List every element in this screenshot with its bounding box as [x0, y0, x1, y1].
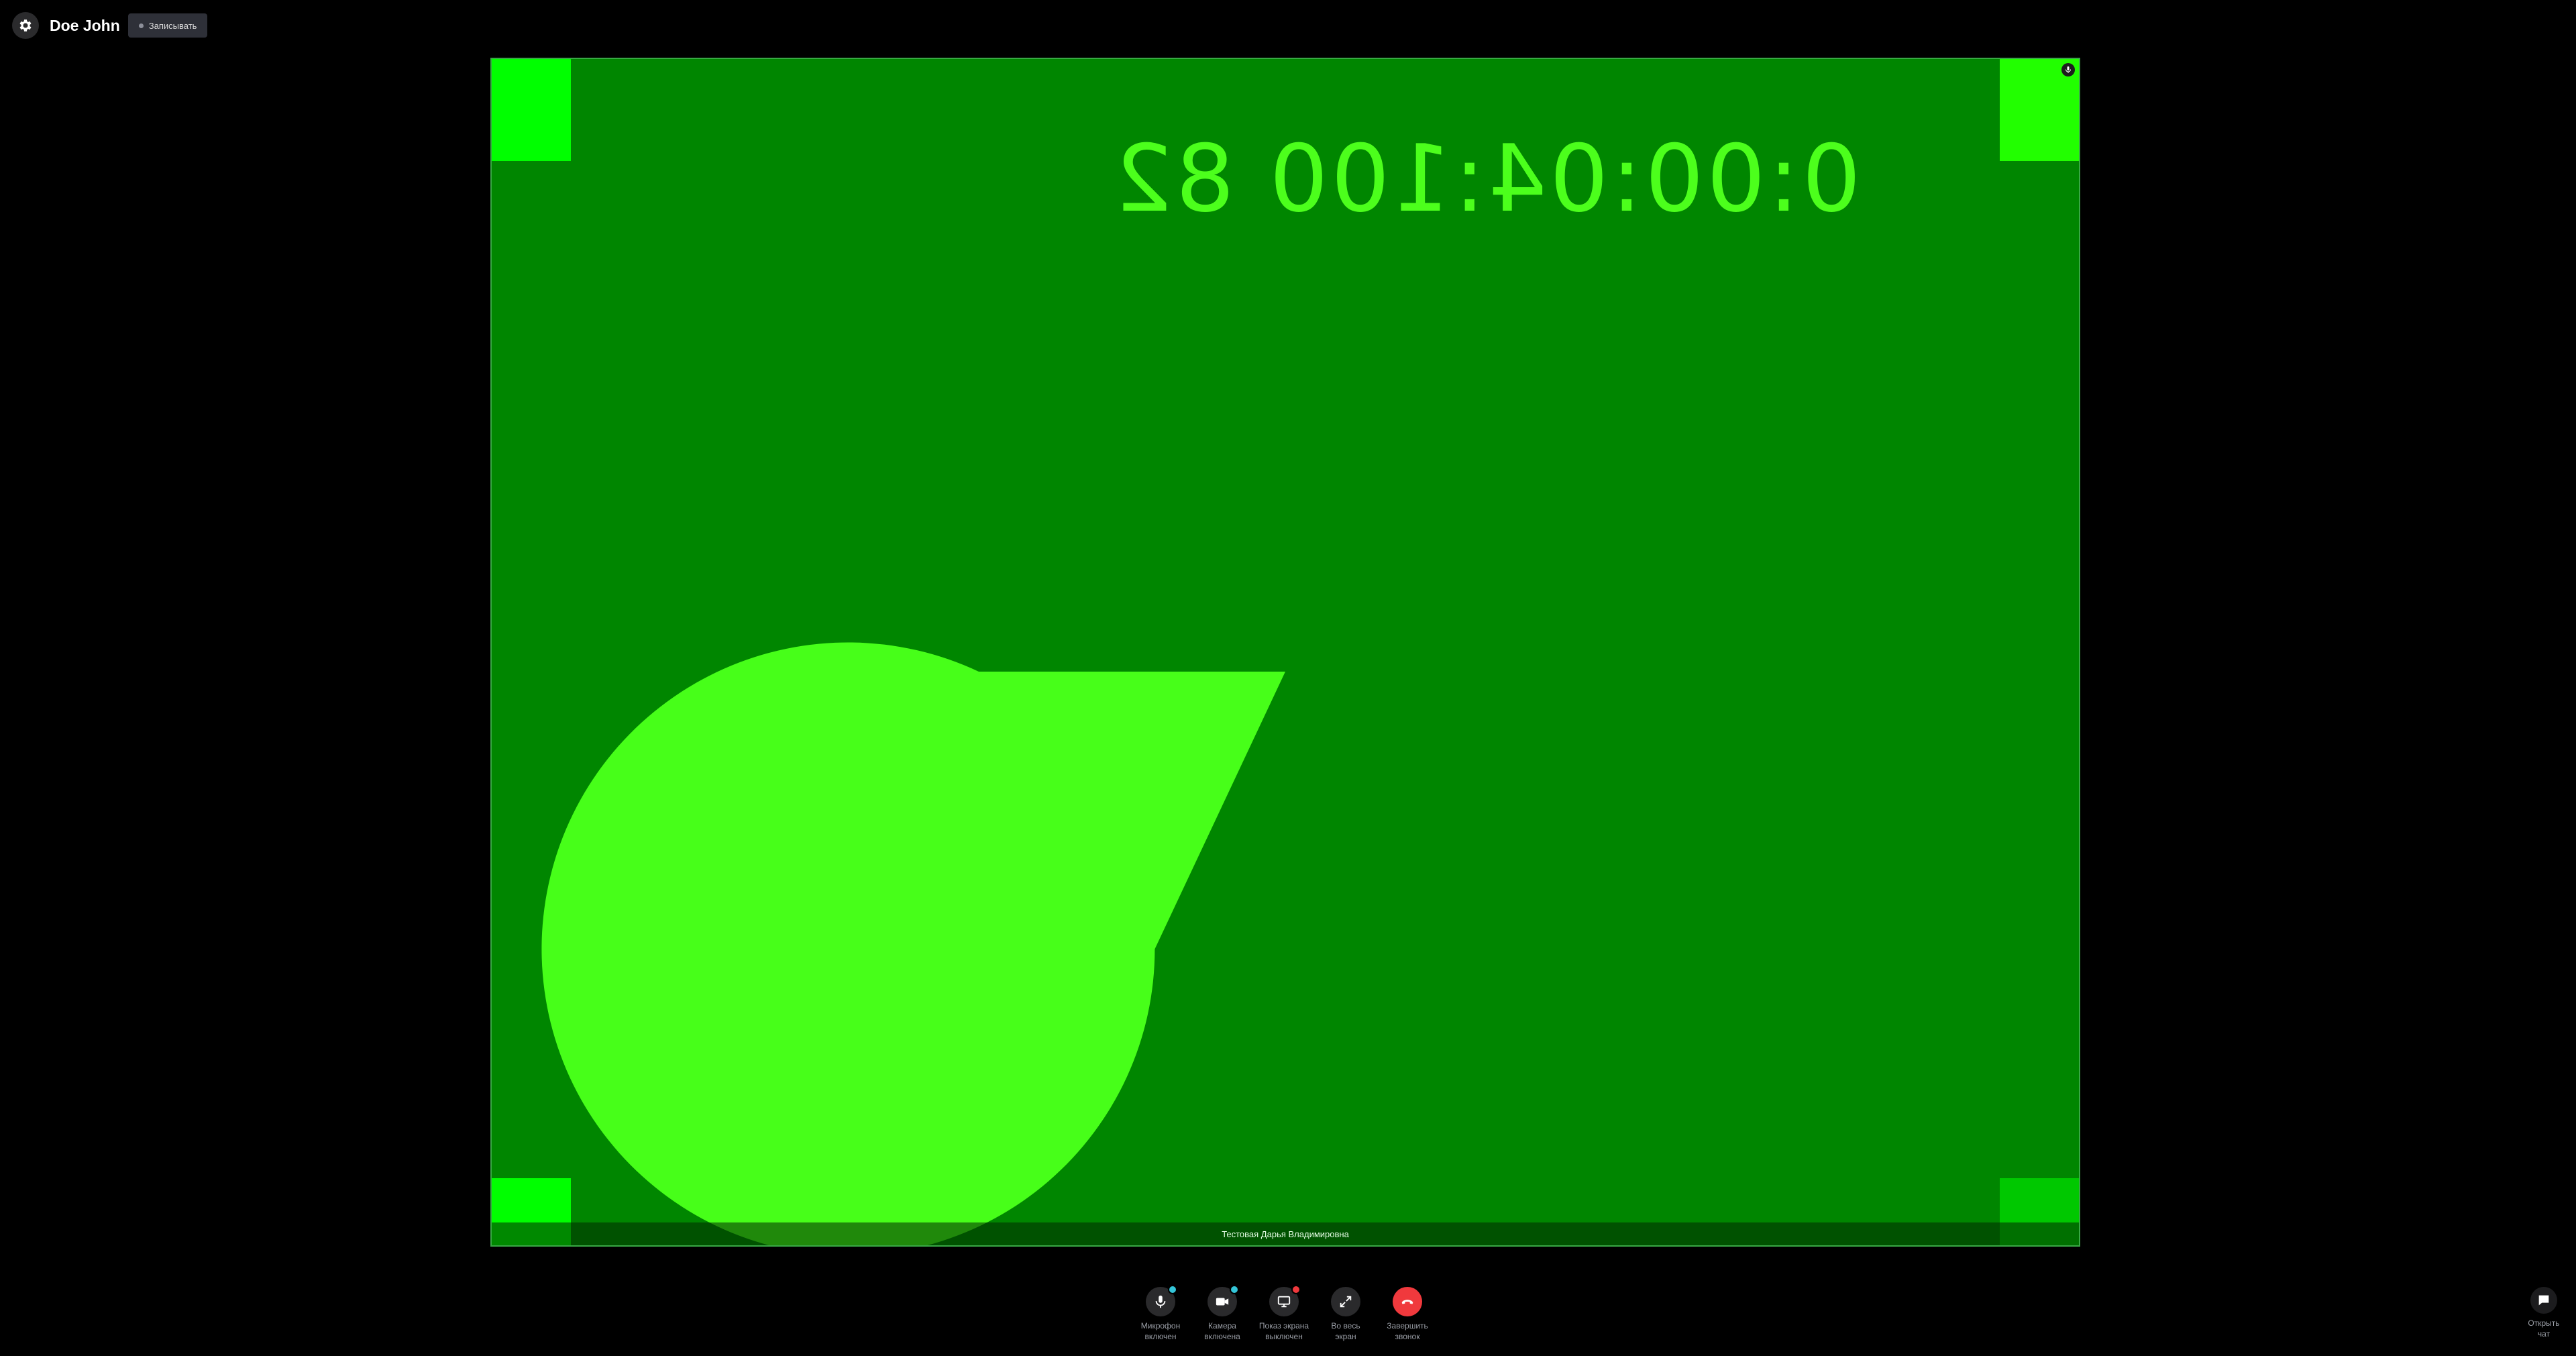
screen-share-label-line1: Показ экрана [1258, 1321, 1309, 1331]
video-call-app: Doe John Записывать 0:00:04:100 82 Тесто… [0, 0, 2576, 1356]
hang-up-button[interactable]: Завершить звонок [1381, 1287, 1434, 1342]
fullscreen-label-line1: Во весь [1331, 1321, 1360, 1331]
open-chat-button[interactable]: Открыть чат [2522, 1287, 2565, 1339]
mic-label-line1: Микрофон [1140, 1321, 1181, 1331]
screen-share-label: Показ экрана выключен [1254, 1320, 1314, 1342]
user-name: Doe John [50, 16, 120, 34]
mirrored-timecode: 0:00:04:100 82 [1111, 125, 1861, 233]
mic-label-line2: включен [1144, 1332, 1177, 1341]
hang-up-label-line1: Завершить [1387, 1321, 1428, 1331]
camera-label: Камера включена [1192, 1320, 1252, 1342]
camera-icon [1216, 1298, 1229, 1306]
participant-name: Тестовая Дарья Владимировна [1222, 1229, 1349, 1239]
mic-label: Микрофон включен [1130, 1320, 1191, 1342]
hang-up-button-circle[interactable] [1393, 1287, 1422, 1316]
microphone-icon [2065, 66, 2071, 73]
record-label: Записывать [148, 20, 197, 31]
chat-icon [2538, 1295, 2549, 1306]
settings-button[interactable] [12, 12, 39, 39]
hang-up-icon [1401, 1300, 1413, 1304]
camera-button-circle[interactable] [1208, 1285, 1239, 1316]
participant-mic-indicator [2061, 63, 2075, 76]
fullscreen-label-line2: экран [1335, 1332, 1356, 1341]
screen-share-button[interactable]: Показ экрана выключен [1254, 1285, 1314, 1342]
fullscreen-button-circle[interactable] [1331, 1287, 1360, 1316]
screen-share-button-circle[interactable] [1269, 1285, 1301, 1316]
pie-sector [541, 642, 1285, 1245]
fullscreen-label: Во весь экран [1316, 1320, 1376, 1342]
call-controls: Микрофон включен Камера включена Показ э… [1134, 1285, 1434, 1342]
record-dot-icon [138, 23, 144, 28]
top-bar: Doe John Записывать [12, 12, 208, 39]
gear-icon [19, 19, 32, 32]
mic-toggle-button[interactable]: Микрофон включен [1134, 1285, 1187, 1342]
participant-video-tile[interactable]: 0:00:04:100 82 Тестовая Дарья Владимиров… [490, 58, 2080, 1247]
test-pattern-pie [541, 642, 1285, 1245]
chat-label: Открыть чат [2522, 1318, 2565, 1339]
participant-name-bar: Тестовая Дарья Владимировна [492, 1222, 2079, 1245]
chat-label-line1: Открыть [2528, 1318, 2560, 1328]
hang-up-label-line2: звонок [1395, 1332, 1420, 1341]
record-button[interactable]: Записывать [127, 13, 208, 38]
microphone-icon [1155, 1295, 1166, 1308]
hang-up-label: Завершить звонок [1377, 1320, 1438, 1342]
camera-status-badge [1230, 1285, 1239, 1294]
camera-label-line1: Камера [1208, 1321, 1236, 1331]
mic-status-badge [1168, 1285, 1177, 1294]
chat-label-line2: чат [2537, 1329, 2551, 1339]
screen-share-icon [1277, 1296, 1291, 1308]
screen-share-label-line2: выключен [1265, 1332, 1303, 1341]
camera-label-line2: включена [1204, 1332, 1240, 1341]
camera-toggle-button[interactable]: Камера включена [1192, 1285, 1252, 1342]
expand-icon [1340, 1296, 1352, 1308]
chat-button-circle[interactable] [2530, 1287, 2557, 1314]
fullscreen-button[interactable]: Во весь экран [1319, 1287, 1373, 1342]
screen-share-status-badge [1291, 1285, 1301, 1294]
mic-button-circle[interactable] [1146, 1285, 1177, 1316]
